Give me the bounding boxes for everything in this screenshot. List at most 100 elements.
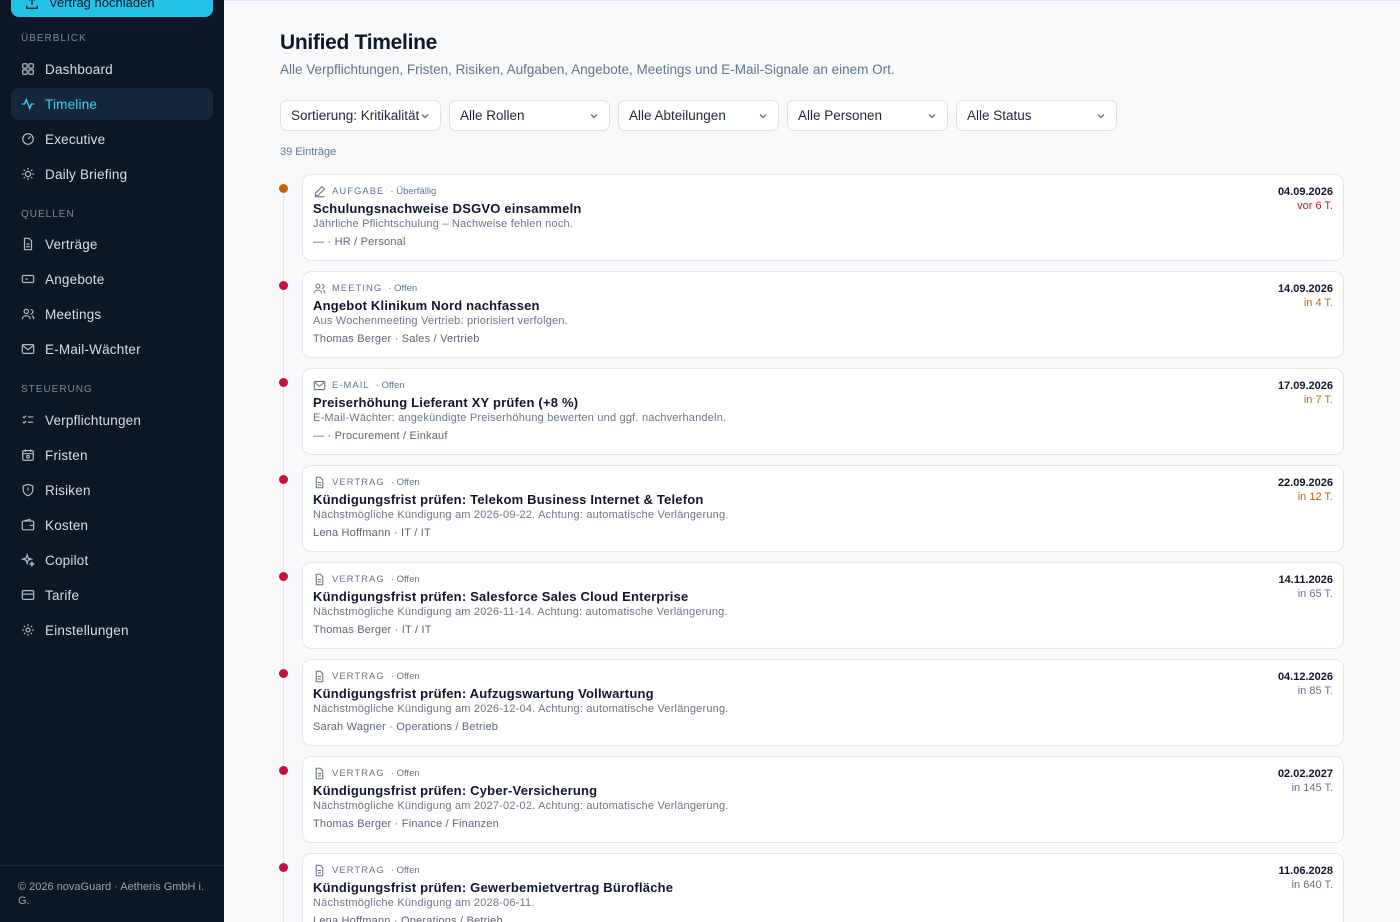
sidebar-item-daily-briefing[interactable]: Daily Briefing: [11, 158, 213, 190]
timeline-card[interactable]: VERTRAG · Offen Kündigungsfrist prüfen: Te…: [302, 465, 1344, 552]
entry-count: 39 Einträge: [280, 146, 337, 158]
card-status: · Offen: [390, 574, 420, 585]
card-description: E-Mail-Wächter: angekündigte Preiserhöhu…: [313, 412, 727, 424]
timeline-card[interactable]: AUFGABE · Überfällig Schulungsnachweise DS…: [302, 174, 1344, 261]
timeline-card[interactable]: VERTRAG · Offen Kündigungsfrist prüfen: Ge…: [302, 853, 1344, 922]
card-type: VERTRAG: [332, 865, 385, 876]
card-owner: Lena Hoffmann · IT / IT: [313, 527, 431, 539]
grid-icon: [22, 63, 34, 75]
calendar-icon: [22, 449, 34, 461]
timeline-dot: [279, 572, 288, 581]
card-type: AUFGABE: [332, 186, 385, 197]
card-relative-date: in 4 T.: [1303, 297, 1333, 309]
pencil-icon: [314, 185, 326, 198]
page-title: Unified Timeline: [280, 31, 438, 54]
card-title: Kündigungsfrist prüfen: Cyber-Versicheru…: [313, 783, 598, 798]
card-relative-date: in 65 T.: [1297, 588, 1333, 600]
card-meta: VERTRAG · Offen: [313, 767, 420, 780]
card-meta: VERTRAG · Offen: [313, 476, 420, 489]
sidebar-item-risks[interactable]: Risiken: [11, 474, 213, 506]
card-date: 11.06.2028: [1278, 865, 1333, 877]
card-relative-date: in 145 T.: [1291, 782, 1333, 794]
sidebar-item-plans[interactable]: Tarife: [11, 579, 213, 611]
receipt-icon: [21, 274, 35, 284]
gauge-icon: [22, 133, 34, 145]
timeline-dot: [279, 475, 288, 484]
sidebar-item-label: Verpflichtungen: [45, 412, 142, 428]
sidebar-item-settings[interactable]: Einstellungen: [11, 614, 213, 646]
card-relative-date: vor 6 T.: [1297, 200, 1333, 212]
person-filter-select[interactable]: Alle Personen: [787, 100, 948, 131]
card-owner: — · HR / Personal: [313, 236, 406, 248]
card-date: 22.09.2026: [1277, 477, 1333, 489]
sidebar-item-label: Einstellungen: [45, 622, 129, 638]
card-date: 02.02.2027: [1277, 768, 1333, 780]
status-filter-select[interactable]: Alle Status: [956, 100, 1117, 131]
card-meta: MEETING · Offen: [313, 282, 417, 295]
upload-contract-button[interactable]: Vertrag hochladen: [11, 0, 213, 17]
card-type: VERTRAG: [332, 574, 385, 585]
sidebar-item-executive[interactable]: Executive: [11, 123, 213, 155]
sidebar-item-email-guard[interactable]: E-Mail-Wächter: [11, 333, 213, 365]
sidebar-item-label: Timeline: [45, 96, 98, 112]
file-icon: [315, 476, 324, 489]
card-meta: VERTRAG · Offen: [313, 573, 420, 586]
role-filter-select[interactable]: Alle Rollen: [449, 100, 610, 131]
timeline-card[interactable]: VERTRAG · Offen Kündigungsfrist prüfen: Au…: [302, 659, 1344, 746]
card-meta: VERTRAG · Offen: [313, 670, 420, 683]
users-icon: [313, 283, 326, 294]
sidebar-item-label: Kosten: [45, 517, 89, 533]
card-type: MEETING: [332, 283, 383, 294]
card-owner: Thomas Berger · IT / IT: [313, 624, 432, 636]
timeline-card[interactable]: VERTRAG · Offen Kündigungsfrist prüfen: Sa…: [302, 562, 1344, 649]
file-icon: [315, 864, 324, 877]
sidebar-item-meetings[interactable]: Meetings: [11, 298, 213, 330]
mail-icon: [21, 344, 35, 354]
sidebar-item-label: Fristen: [45, 447, 88, 463]
card-title: Kündigungsfrist prüfen: Salesforce Sales…: [313, 589, 689, 604]
file-icon: [23, 237, 33, 251]
sidebar-item-label: Copilot: [45, 552, 89, 568]
card-description: Nächstmögliche Kündigung am 2027-02-02. …: [313, 800, 729, 812]
card-type: VERTRAG: [332, 671, 385, 682]
sidebar-item-costs[interactable]: Kosten: [11, 509, 213, 541]
department-filter-select[interactable]: Alle Abteilungen: [618, 100, 779, 131]
card-status: · Offen: [388, 283, 418, 294]
card-meta: VERTRAG · Offen: [313, 864, 420, 877]
sidebar-item-label: Angebote: [45, 271, 105, 287]
upload-icon: [26, 0, 38, 9]
sidebar-item-deadlines[interactable]: Fristen: [11, 439, 213, 471]
person-filter-value: Alle Personen: [798, 108, 883, 123]
sidebar-item-timeline[interactable]: Timeline: [11, 88, 213, 120]
card-type: VERTRAG: [332, 768, 385, 779]
card-relative-date: in 640 T.: [1291, 879, 1333, 891]
timeline-dot: [279, 184, 288, 193]
sidebar-item-copilot[interactable]: Copilot: [11, 544, 213, 576]
sidebar-item-label: E-Mail-Wächter: [45, 341, 141, 357]
wallet-icon: [21, 518, 35, 531]
sidebar: Vertrag hochladen ÜBERBLICK QUELLEN STEU…: [0, 0, 224, 922]
sidebar-item-offers[interactable]: Angebote: [11, 263, 213, 295]
sort-select[interactable]: Sortierung: Kritikalität: [280, 100, 441, 131]
sidebar-item-obligations[interactable]: Verpflichtungen: [11, 404, 213, 436]
chevron-down-icon: [928, 113, 936, 118]
timeline-card[interactable]: MEETING · Offen Angebot Klinikum Nord nach…: [302, 271, 1344, 358]
card-description: Aus Wochenmeeting Vertrieb: priorisiert …: [313, 315, 568, 327]
department-filter-value: Alle Abteilungen: [629, 108, 726, 123]
section-label-control: STEUERUNG: [21, 384, 93, 395]
mail-icon: [313, 380, 326, 391]
sidebar-item-label: Verträge: [45, 236, 98, 252]
sidebar-item-label: Executive: [45, 131, 106, 147]
card-status: · Offen: [375, 380, 405, 391]
timeline-card[interactable]: E-MAIL · Offen Preiserhöhung Lieferant XY …: [302, 368, 1344, 455]
timeline-card[interactable]: VERTRAG · Offen Kündigungsfrist prüfen: Cy…: [302, 756, 1344, 843]
sparkles-icon: [21, 553, 35, 567]
card-title: Kündigungsfrist prüfen: Telekom Business…: [313, 492, 704, 507]
sidebar-item-dashboard[interactable]: Dashboard: [11, 53, 213, 85]
chevron-down-icon: [590, 113, 598, 118]
section-label-overview: ÜBERBLICK: [21, 33, 87, 44]
role-filter-value: Alle Rollen: [460, 108, 525, 123]
timeline-dot: [279, 378, 288, 387]
sidebar-item-contracts[interactable]: Verträge: [11, 228, 213, 260]
credit-card-icon: [21, 590, 35, 600]
